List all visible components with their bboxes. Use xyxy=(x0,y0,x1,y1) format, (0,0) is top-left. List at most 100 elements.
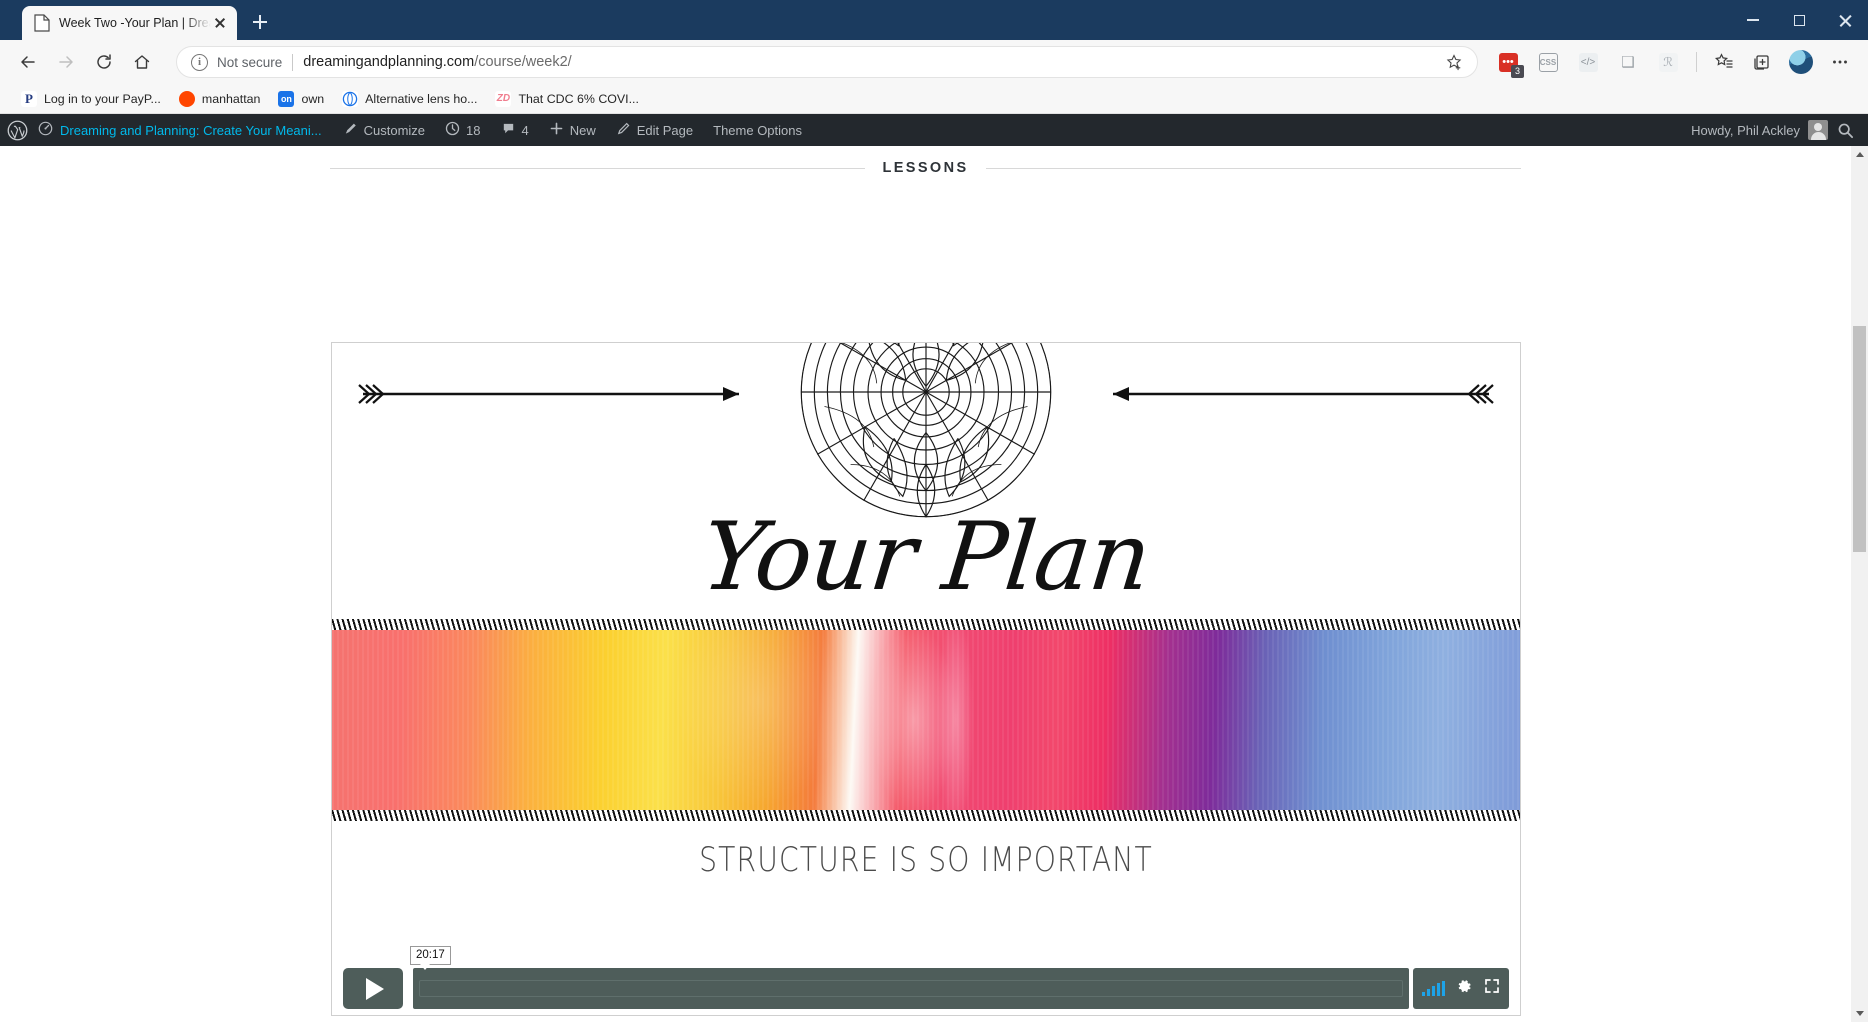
bookmark-label: manhattan xyxy=(201,91,261,106)
home-button[interactable] xyxy=(124,46,160,78)
page-content: LESSONS Your Plan STRUCTURE IS SO IMPORT… xyxy=(0,146,1851,1022)
scroll-up-arrow[interactable] xyxy=(1851,146,1868,163)
wordpress-admin-bar: Dreaming and Planning: Create Your Meani… xyxy=(0,114,1868,146)
window-controls xyxy=(1730,0,1868,40)
arrow-left-pointing xyxy=(1113,384,1494,404)
collections-icon[interactable] xyxy=(1744,46,1780,78)
browser-titlebar: Week Two -Your Plan | Dreaming xyxy=(0,0,1868,40)
url-domain: dreamingandplanning.com xyxy=(303,54,475,70)
profile-avatar[interactable] xyxy=(1786,46,1816,78)
back-button[interactable] xyxy=(10,46,46,78)
url-path: /course/week2/ xyxy=(474,54,572,70)
address-bar[interactable]: i Not secure dreamingandplanning.com/cou… xyxy=(176,46,1478,78)
page-scrollbar[interactable] xyxy=(1851,146,1868,1022)
comment-icon xyxy=(501,121,516,139)
favorites-list-icon[interactable] xyxy=(1706,46,1742,78)
tab-close-icon[interactable] xyxy=(211,14,229,32)
wp-comments-item[interactable]: 4 xyxy=(491,114,539,146)
pencil-icon xyxy=(616,121,631,139)
arrow-right-pointing xyxy=(358,384,739,404)
code-extension-icon[interactable]: </> xyxy=(1573,46,1603,78)
header-rule-right xyxy=(985,167,1521,169)
video-right-controls xyxy=(1413,968,1509,1009)
volume-bars-icon[interactable] xyxy=(1422,981,1445,996)
play-icon[interactable] xyxy=(343,968,403,1009)
close-button[interactable] xyxy=(1822,0,1868,40)
paypal-icon: P xyxy=(21,90,37,107)
slide-title: Your Plan xyxy=(696,503,1156,612)
bookmark-item[interactable]: ZD That CDC 6% COVI... xyxy=(486,88,648,110)
header-rule-left xyxy=(330,167,866,169)
plus-icon xyxy=(549,121,564,139)
watercolor-texture xyxy=(332,626,1520,814)
brush-icon xyxy=(343,121,358,139)
globe-icon xyxy=(342,90,359,107)
zoom-icon: ZD xyxy=(495,90,512,107)
bookmark-label: Log in to your PayP... xyxy=(44,91,161,106)
video-progress-bar[interactable]: 20:17 xyxy=(410,946,1409,1009)
video-player[interactable]: Your Plan STRUCTURE IS SO IMPORTANT 20:1… xyxy=(331,342,1521,1016)
browser-tab[interactable]: Week Two -Your Plan | Dreaming xyxy=(22,6,237,40)
wp-theme-options-item[interactable]: Theme Options xyxy=(703,114,812,146)
address-bar-url: dreamingandplanning.com/course/week2/ xyxy=(303,54,571,70)
scroll-down-arrow[interactable] xyxy=(1851,1005,1868,1022)
page-title: LESSONS xyxy=(882,160,969,176)
css-viewer-extension-icon[interactable]: CSS xyxy=(1533,46,1563,78)
on-icon: on xyxy=(278,90,295,107)
star-plus-icon[interactable] xyxy=(1439,47,1469,77)
page-viewport: LESSONS Your Plan STRUCTURE IS SO IMPORT… xyxy=(0,146,1868,1022)
reddit-icon xyxy=(178,90,195,107)
omnibox-divider xyxy=(292,53,294,71)
extension-badge-count: 3 xyxy=(1511,65,1524,78)
wp-updates-item[interactable]: 18 xyxy=(435,114,490,146)
tab-title: Week Two -Your Plan | Dreaming xyxy=(59,16,211,30)
scroll-thumb[interactable] xyxy=(1853,326,1866,552)
time-tooltip: 20:17 xyxy=(410,946,451,970)
copy-extension-icon[interactable]: ❑ xyxy=(1613,46,1643,78)
bookmark-label: own xyxy=(301,91,325,106)
wp-comments-count: 4 xyxy=(521,122,529,138)
more-options-icon[interactable] xyxy=(1822,46,1858,78)
bookmarks-bar: P Log in to your PayP... manhattan on ow… xyxy=(0,84,1868,114)
forward-button[interactable] xyxy=(48,46,84,78)
wp-customize-label: Customize xyxy=(363,122,426,138)
wp-howdy-label[interactable]: Howdy, Phil Ackley xyxy=(1691,123,1808,138)
search-icon[interactable] xyxy=(1828,114,1862,146)
updates-icon xyxy=(445,121,460,139)
user-avatar[interactable] xyxy=(1808,120,1828,140)
lessons-section-header: LESSONS xyxy=(0,160,1851,176)
new-tab-button[interactable] xyxy=(245,7,275,37)
wp-new-item[interactable]: New xyxy=(539,114,606,146)
maximize-button[interactable] xyxy=(1776,0,1822,40)
bookmark-label: That CDC 6% COVI... xyxy=(518,91,639,106)
gear-icon[interactable] xyxy=(1456,978,1473,1000)
wp-customize-item[interactable]: Customize xyxy=(333,114,435,146)
wp-theme-options-label: Theme Options xyxy=(713,122,802,138)
wp-edit-page-item[interactable]: Edit Page xyxy=(606,114,703,146)
bookmark-item[interactable]: manhattan xyxy=(170,88,270,110)
adblock-extension-icon[interactable]: ••• 3 xyxy=(1493,46,1524,78)
bookmark-item[interactable]: on own xyxy=(269,88,333,110)
browser-toolbar: i Not secure dreamingandplanning.com/cou… xyxy=(0,40,1868,84)
wp-updates-count: 18 xyxy=(466,122,481,138)
info-circle-icon[interactable]: i xyxy=(191,53,208,71)
browser-window: Week Two -Your Plan | Dreaming i Not sec… xyxy=(0,0,1868,1022)
video-slide: Your Plan STRUCTURE IS SO IMPORTANT xyxy=(332,343,1520,1015)
wp-new-label: New xyxy=(569,122,596,138)
wordpress-logo-icon[interactable] xyxy=(0,114,34,146)
security-status-label: Not secure xyxy=(217,54,283,70)
bookmark-item[interactable]: Alternative lens ho... xyxy=(333,88,486,110)
fullscreen-icon[interactable] xyxy=(1484,978,1500,999)
wp-account-area: Howdy, Phil Ackley xyxy=(1691,114,1868,146)
wp-edit-page-label: Edit Page xyxy=(636,122,694,138)
page-icon xyxy=(34,14,50,32)
slide-subtitle: STRUCTURE IS SO IMPORTANT xyxy=(699,840,1153,881)
wp-site-name: Dreaming and Planning: Create Your Meani… xyxy=(60,122,322,138)
toolbar-divider xyxy=(1696,52,1697,72)
watercolor-gradient-banner xyxy=(332,619,1520,821)
wp-site-link[interactable]: Dreaming and Planning: Create Your Meani… xyxy=(34,114,333,146)
minimize-button[interactable] xyxy=(1730,0,1776,40)
reload-button[interactable] xyxy=(86,46,122,78)
script-extension-icon[interactable]: ℛ xyxy=(1653,46,1683,78)
bookmark-item[interactable]: P Log in to your PayP... xyxy=(12,88,170,110)
